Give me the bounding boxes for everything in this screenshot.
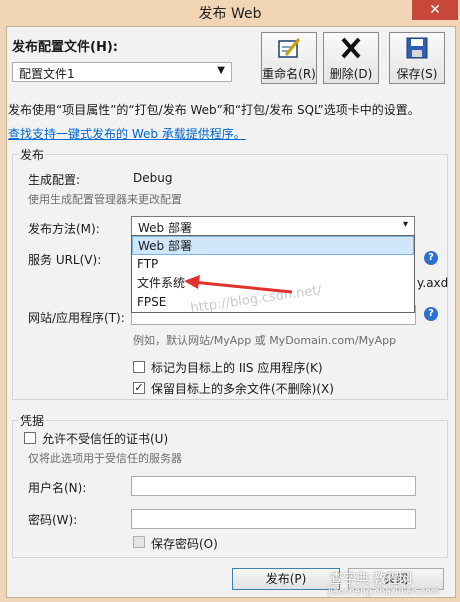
hosting-provider-link[interactable]: 查找支持一键式发布的 Web 承载提供程序。	[8, 125, 246, 142]
profile-label: 发布配置文件(H):	[12, 40, 118, 55]
annotation-arrow	[184, 275, 293, 294]
save-password-checkbox[interactable]	[133, 536, 145, 548]
username-input[interactable]	[131, 476, 416, 496]
window-title: 发布 Web	[198, 6, 262, 22]
delete-button[interactable]: 删除(D)	[323, 32, 379, 84]
publish-method-label: 发布方法(M):	[28, 222, 100, 236]
build-config-label: 生成配置:	[28, 173, 81, 187]
close-window-button[interactable]: ✕	[412, 0, 458, 20]
rename-button[interactable]: 重命名(R)	[261, 32, 317, 84]
publish-group-title: 发布	[18, 146, 47, 163]
untrusted-cert-checkbox[interactable]	[24, 432, 36, 444]
watermark-site-url: jiaocheng.chazidian.com	[328, 587, 440, 597]
service-url-label: 服务 URL(V):	[28, 253, 102, 267]
build-config-value: Debug	[133, 171, 173, 185]
password-input[interactable]	[131, 509, 416, 529]
username-label: 用户名(N):	[28, 481, 87, 495]
untrusted-cert-hint: 仅将此选项用于受信任的服务器	[28, 452, 182, 465]
untrusted-cert-label: 允许不受信任的证书(U)	[42, 432, 169, 446]
help-icon[interactable]: ?	[424, 307, 438, 321]
profile-select[interactable]: 配置文件1 ▼	[12, 62, 232, 82]
site-app-label: 网站/应用程序(T):	[28, 311, 125, 325]
help-icon[interactable]: ?	[424, 251, 438, 265]
build-config-hint: 使用生成配置管理器来更改配置	[28, 193, 182, 206]
publish-method-selected: Web 部署	[138, 221, 192, 235]
credentials-group-title: 凭据	[18, 412, 47, 429]
save-button[interactable]: 保存(S)	[389, 32, 445, 84]
site-app-hint: 例如，默认网站/MyApp 或 MyDomain.com/MyApp	[133, 334, 397, 347]
chevron-down-icon: ▼	[217, 65, 225, 76]
service-url-hint: y.axd	[417, 276, 449, 290]
profile-selected-value: 配置文件1	[19, 67, 75, 81]
delete-icon	[324, 35, 378, 65]
password-label: 密码(W):	[28, 513, 78, 527]
keep-files-label: 保留目标上的多余文件(不删除)(X)	[151, 382, 334, 396]
publish-method-select[interactable]: Web 部署 ▾	[131, 216, 415, 236]
rename-label: 重命名(R)	[262, 67, 316, 81]
delete-label: 删除(D)	[329, 67, 373, 81]
save-label: 保存(S)	[396, 67, 438, 81]
chevron-down-icon: ▾	[402, 219, 408, 230]
keep-files-checkbox[interactable]: ✓	[133, 382, 145, 394]
rename-icon	[262, 35, 316, 65]
method-option[interactable]: Web 部署	[132, 236, 414, 255]
save-password-label: 保存密码(O)	[151, 537, 218, 551]
description-text: 发布使用“项目属性”的“打包/发布 Web”和“打包/发布 SQL”选项卡中的设…	[8, 103, 420, 117]
save-icon	[390, 35, 444, 65]
iis-app-label: 标记为目标上的 IIS 应用程序(K)	[151, 361, 323, 375]
publish-button[interactable]: 发布(P)	[232, 568, 340, 590]
iis-app-checkbox[interactable]	[133, 361, 145, 373]
watermark-site: 查字典 教程网	[330, 572, 413, 587]
